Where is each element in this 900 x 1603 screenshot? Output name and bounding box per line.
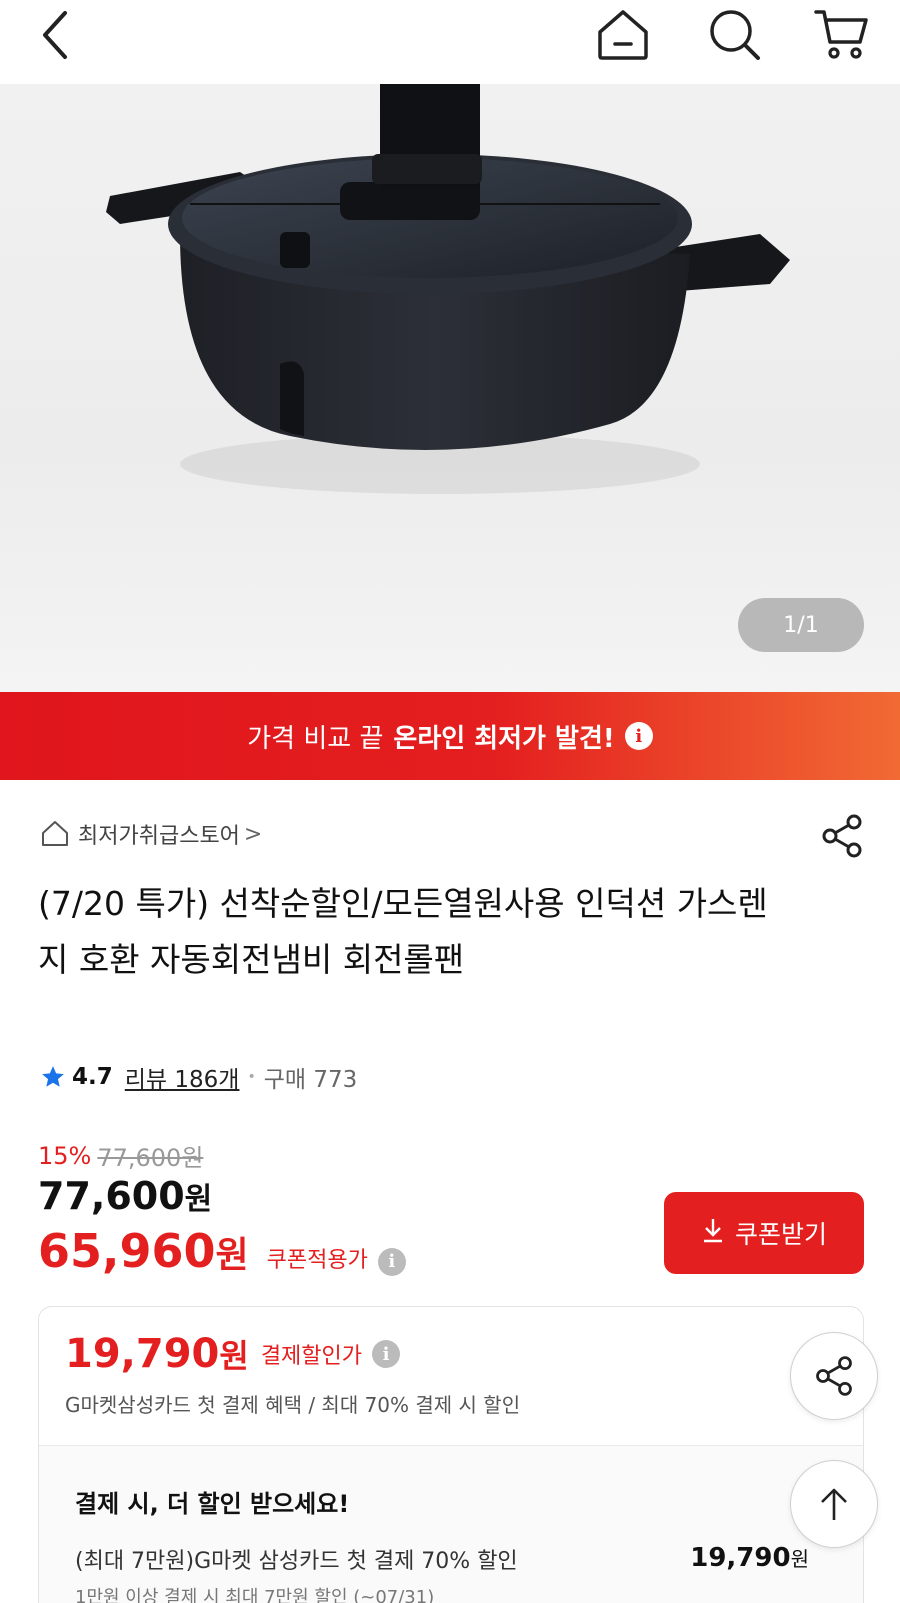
separator-dot: •	[247, 1069, 256, 1085]
download-icon	[701, 1217, 725, 1249]
strikethrough-price: 77,600원	[97, 1144, 204, 1172]
coupon-price-label: 쿠폰적용가	[266, 1248, 368, 1273]
card-benefit-amount: 19,790원	[690, 1543, 809, 1575]
card-benefit-row: (최대 7만원)G마켓 삼성카드 첫 결제 70% 할인 19,790원	[75, 1543, 827, 1575]
coupon-price: 65,960 원 쿠폰적용가 i	[38, 1224, 406, 1278]
payment-price-value: 19,790	[65, 1331, 220, 1377]
scroll-to-top-button[interactable]	[790, 1460, 878, 1548]
get-coupon-label: 쿠폰받기	[734, 1220, 827, 1249]
cart-icon[interactable]	[806, 0, 876, 70]
payment-more-heading: 결제 시, 더 할인 받으세요!	[75, 1490, 350, 1518]
promo-text: 가격 비교 끝	[247, 723, 384, 754]
original-price-value: 77,600	[38, 1174, 185, 1218]
currency-unit: 원	[790, 1547, 809, 1571]
original-price: 77,600원	[38, 1174, 212, 1218]
payment-price-label: 결제할인가	[260, 1344, 363, 1369]
rating-row: 4.7 리뷰 186개 • 구매 773	[40, 1060, 357, 1094]
product-image-gallery[interactable]: 1/1	[0, 84, 900, 692]
search-icon[interactable]	[700, 0, 770, 70]
image-counter: 1/1	[738, 598, 864, 652]
currency-unit: 원	[215, 1235, 249, 1276]
chevron-right-icon: >	[243, 821, 263, 847]
product-title: (7/20 특가) 선착순할인/모든열원사용 인덕션 가스렌지 호환 자동회전냄…	[38, 884, 768, 979]
discount-rate: 15%	[38, 1141, 92, 1170]
back-icon[interactable]	[20, 0, 90, 70]
card-benefit-amount-value: 19,790	[690, 1543, 791, 1573]
payment-price: 19,790 원 결제할인가 i	[65, 1331, 837, 1377]
card-benefit-text: (최대 7만원)G마켓 삼성카드 첫 결제 70% 할인	[75, 1549, 518, 1574]
review-link[interactable]: 리뷰 186개	[125, 1060, 240, 1094]
purchase-count: 구매 773	[263, 1067, 358, 1093]
top-bar	[0, 0, 900, 84]
store-name: 최저가취급스토어	[78, 824, 240, 849]
store-home-icon	[42, 821, 68, 846]
discount-row: 15% 77,600원	[38, 1138, 203, 1173]
promo-highlight: 온라인 최저가 발견!	[393, 723, 615, 754]
info-icon[interactable]: i	[372, 1340, 401, 1368]
lowest-price-banner[interactable]: 가격 비교 끝 온라인 최저가 발견! i	[0, 692, 900, 780]
arrow-up-icon	[821, 1488, 847, 1520]
store-link[interactable]: 최저가취급스토어 >	[40, 818, 262, 850]
coupon-price-value: 65,960	[38, 1224, 216, 1278]
home-icon[interactable]	[588, 0, 658, 70]
info-icon[interactable]: i	[624, 722, 653, 750]
share-icon[interactable]	[818, 812, 866, 860]
get-coupon-button[interactable]: 쿠폰받기	[664, 1192, 864, 1274]
info-icon[interactable]: i	[377, 1247, 406, 1276]
star-icon	[42, 1066, 64, 1087]
payment-discount-card[interactable]: 19,790 원 결제할인가 i G마켓삼성카드 첫 결제 혜택 / 최대 70%…	[38, 1306, 864, 1603]
floating-share-button[interactable]	[790, 1332, 878, 1420]
currency-unit: 원	[219, 1337, 249, 1375]
card-benefit-condition: 1만원 이상 결제 시 최대 7만원 할인 (~07/31)	[75, 1587, 435, 1603]
currency-unit: 원	[184, 1182, 213, 1217]
payment-benefit-text: G마켓삼성카드 첫 결제 혜택 / 최대 70% 결제 시 할인	[65, 1393, 521, 1417]
share-icon	[816, 1356, 852, 1396]
rating-score: 4.7	[72, 1064, 113, 1090]
